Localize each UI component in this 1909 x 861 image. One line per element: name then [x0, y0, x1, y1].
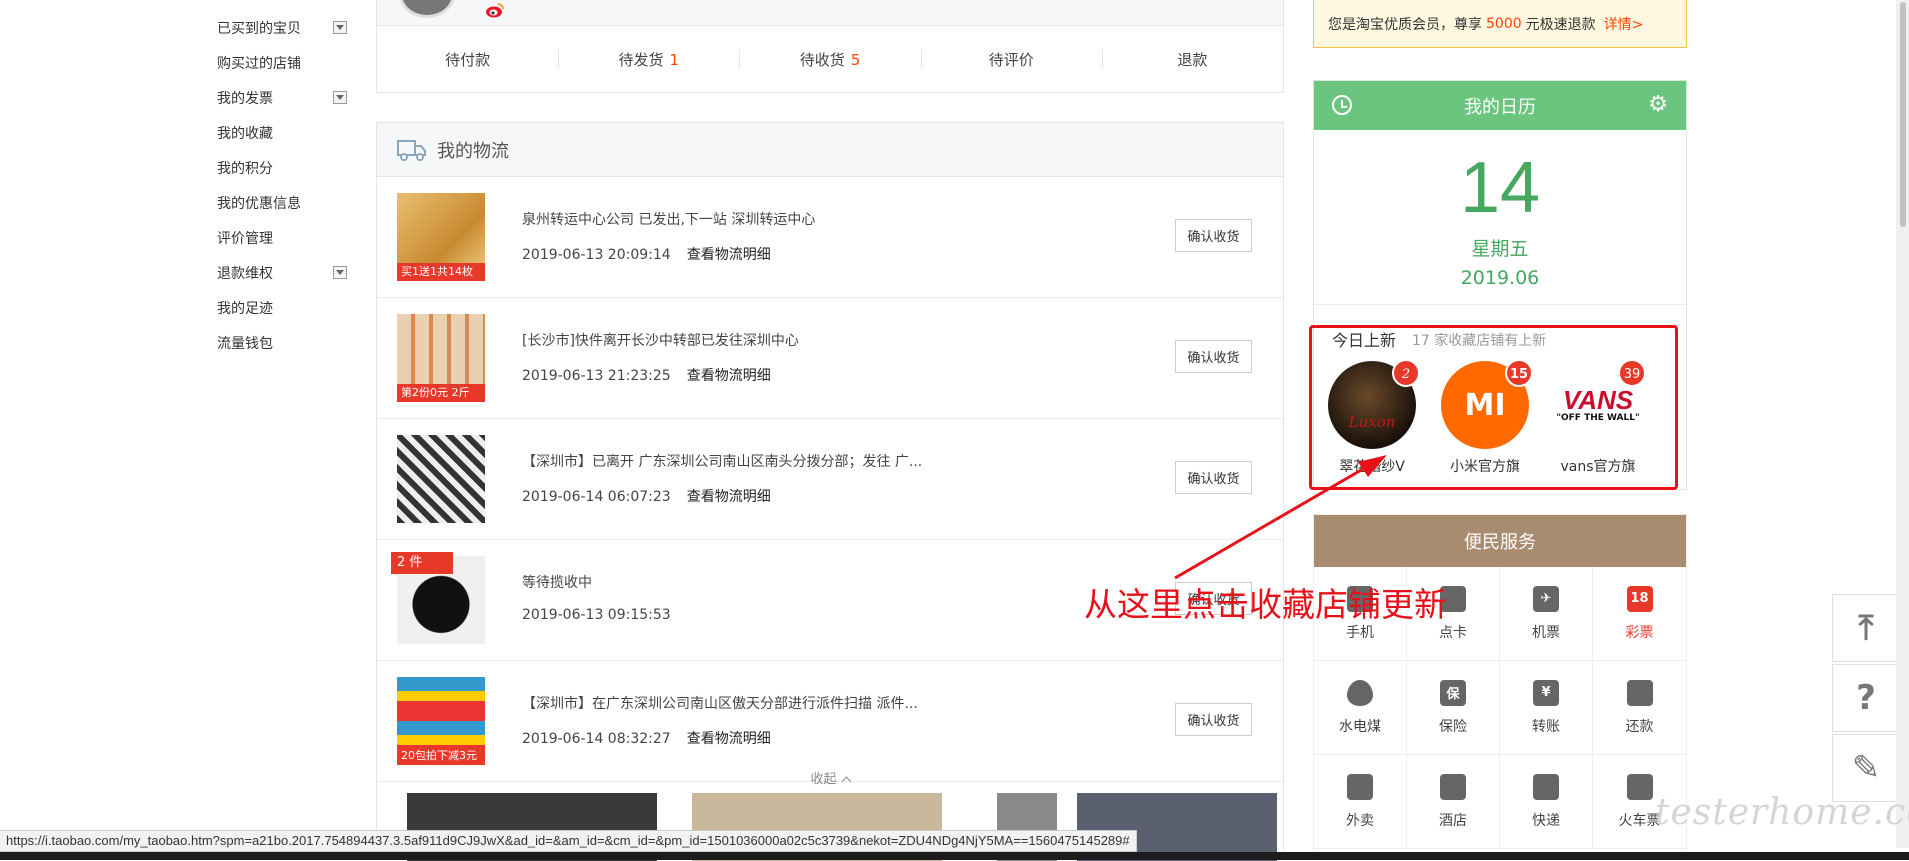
watermark: testerhome.com: [1655, 792, 1909, 833]
back-to-top-button[interactable]: ⤒: [1832, 594, 1900, 662]
question-icon: ?: [1856, 678, 1876, 718]
edit-icon: ✎: [1851, 748, 1881, 788]
scrollbar-thumb[interactable]: [1900, 2, 1906, 227]
taskbar-edge: [0, 852, 1909, 860]
status-bar-url: https://i.taobao.com/my_taobao.htm?spm=a…: [0, 830, 1137, 852]
arrow-up-icon: ⤒: [1858, 608, 1874, 648]
help-button[interactable]: ?: [1832, 664, 1900, 732]
floating-toolbar: ⤒ ? ✎: [1832, 594, 1900, 804]
annotation-text: 从这里点击收藏店铺更新: [1084, 585, 1447, 624]
annotation-arrow: [1174, 455, 1387, 580]
